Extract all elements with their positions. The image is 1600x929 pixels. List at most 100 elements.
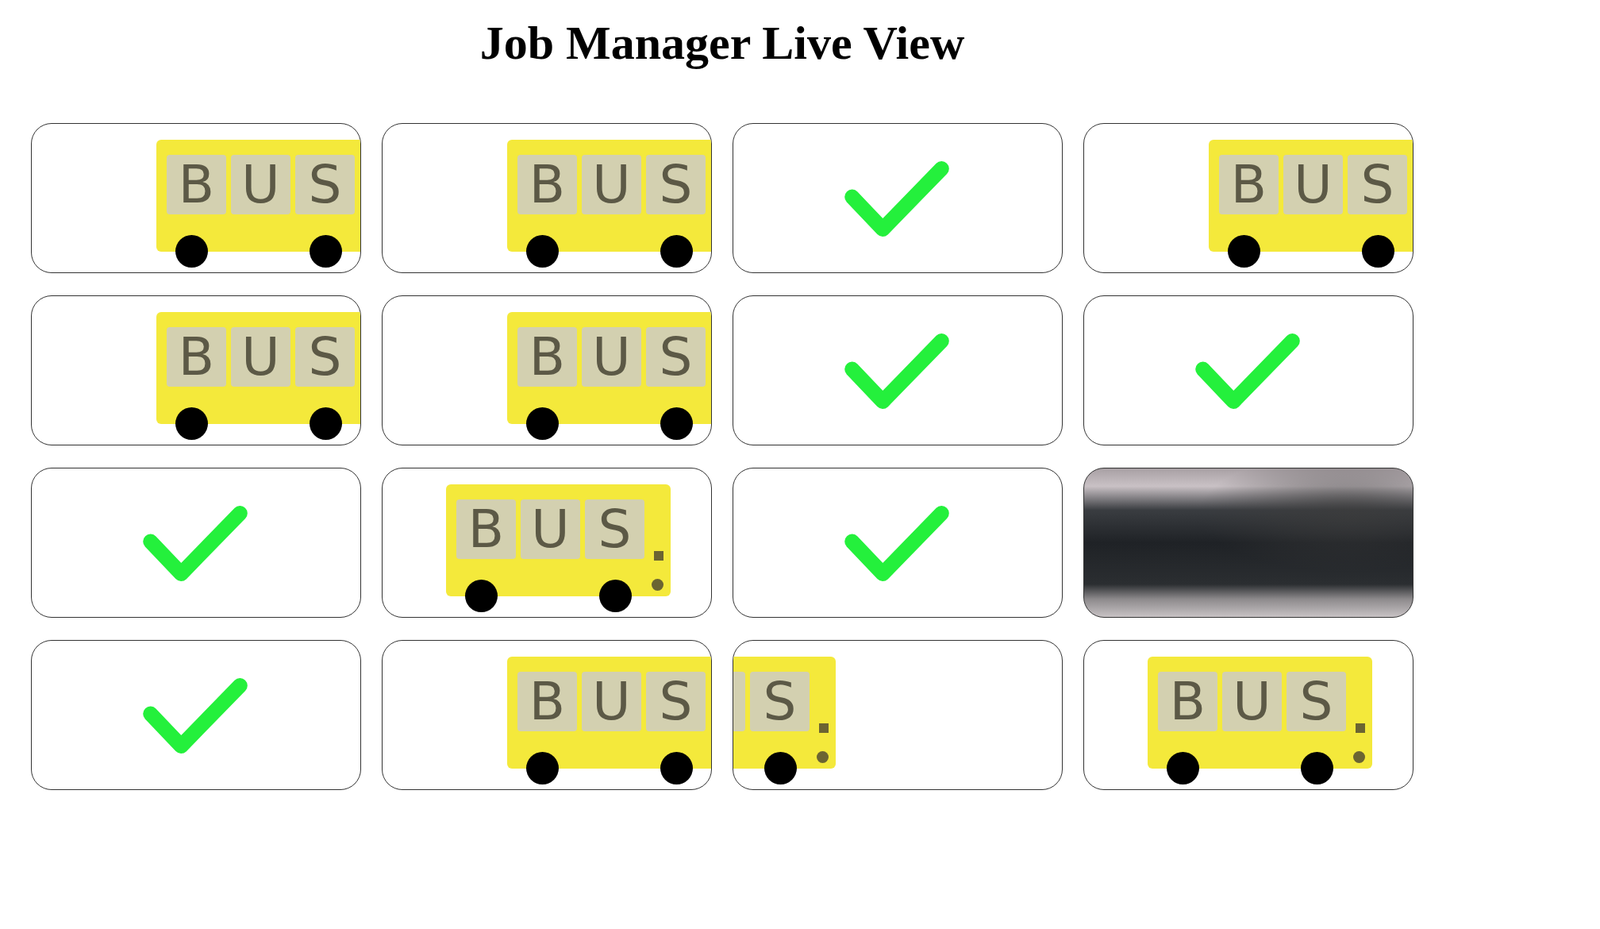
- bus-letter: S: [308, 158, 343, 212]
- bus-window: U: [1222, 671, 1282, 731]
- bus-windows: BUS: [517, 326, 706, 387]
- bus-wheel: [526, 234, 559, 268]
- bus-letter: U: [241, 158, 280, 212]
- bus-window: S: [750, 671, 810, 731]
- job-card[interactable]: [732, 467, 1063, 618]
- bus-window: B: [1219, 154, 1279, 215]
- bus-letter: S: [659, 330, 693, 384]
- bus-window: B: [1157, 671, 1218, 731]
- bus-letter: S: [659, 675, 693, 728]
- bus-window: B: [166, 326, 227, 387]
- bus-light: [653, 550, 664, 561]
- bus-windows: BUS: [456, 499, 645, 559]
- bus-letter: B: [178, 158, 215, 212]
- bus-wheel: [599, 579, 632, 612]
- bus-letter: B: [529, 330, 566, 384]
- bus-wheel: [309, 234, 343, 268]
- bus-window: U: [581, 671, 642, 731]
- job-card[interactable]: BUS: [1083, 639, 1414, 790]
- video-frame: [1084, 468, 1413, 617]
- bus-window: B: [517, 671, 577, 731]
- bus-window: S: [584, 499, 645, 559]
- bus-letter: S: [1300, 675, 1334, 728]
- bus-icon: BUS: [156, 139, 362, 269]
- bus-window: [732, 671, 746, 731]
- bus-icon: BUS: [507, 656, 712, 785]
- bus-letter: B: [178, 330, 215, 384]
- bus-light: [819, 723, 829, 733]
- bus-window: B: [166, 154, 227, 215]
- bus-icon: BUS: [507, 311, 712, 441]
- bus-window: S: [1347, 154, 1408, 215]
- bus-letter: U: [1293, 158, 1332, 212]
- job-card[interactable]: [30, 467, 362, 618]
- job-card[interactable]: [732, 295, 1063, 446]
- checkmark-icon: [733, 123, 1062, 273]
- bus-letter: U: [592, 158, 631, 212]
- job-grid: BUSBUSBUSBUSBUSBUSBUSSBUS: [30, 123, 1414, 790]
- bus-window: S: [646, 326, 706, 387]
- job-card[interactable]: BUS: [30, 295, 362, 446]
- job-card[interactable]: BUS: [381, 467, 712, 618]
- bus-letter: B: [1169, 675, 1206, 728]
- bus-light: [1355, 723, 1366, 733]
- checkmark-icon: [1084, 296, 1413, 445]
- bus-wheel: [309, 407, 343, 440]
- bus-windows: BUS: [166, 326, 355, 387]
- bus-wheel: [526, 407, 559, 440]
- bus-light: [816, 750, 829, 763]
- bus-window: U: [230, 154, 291, 215]
- bus-windows: S: [732, 671, 810, 731]
- bus-window: S: [295, 154, 355, 215]
- job-card[interactable]: BUS: [381, 639, 712, 790]
- bus-letter: U: [530, 503, 570, 556]
- job-card[interactable]: [1083, 467, 1414, 618]
- job-card[interactable]: BUS: [1083, 123, 1414, 274]
- bus-letter: U: [241, 330, 280, 384]
- job-card[interactable]: S: [732, 639, 1063, 790]
- bus-window: B: [517, 154, 577, 215]
- bus-wheel: [1166, 751, 1200, 785]
- bus-windows: BUS: [517, 671, 706, 731]
- bus-wheel: [1227, 234, 1261, 268]
- bus-letter: S: [763, 675, 797, 728]
- bus-icon: BUS: [1147, 656, 1373, 785]
- bus-light: [651, 578, 664, 591]
- job-card[interactable]: [732, 123, 1063, 274]
- checkmark-icon: [733, 468, 1062, 617]
- bus-window: U: [581, 326, 642, 387]
- bus-icon: BUS: [507, 139, 712, 269]
- bus-window: B: [456, 499, 516, 559]
- bus-wheel: [660, 751, 693, 785]
- bus-windows: BUS: [166, 154, 355, 215]
- bus-wheel: [526, 751, 559, 785]
- bus-icon: BUS: [446, 484, 671, 613]
- bus-letter: U: [592, 330, 631, 384]
- bus-windows: BUS: [1157, 671, 1347, 731]
- bus-window: S: [295, 326, 355, 387]
- job-card[interactable]: BUS: [381, 123, 712, 274]
- bus-window: S: [646, 154, 706, 215]
- bus-wheel: [175, 407, 208, 440]
- job-card[interactable]: [1083, 295, 1414, 446]
- bus-light: [1353, 750, 1366, 763]
- bus-window: U: [1283, 154, 1343, 215]
- bus-windows: BUS: [517, 154, 706, 215]
- bus-letter: S: [1361, 158, 1395, 212]
- bus-wheel: [764, 751, 797, 785]
- bus-window: S: [1286, 671, 1347, 731]
- bus-window: U: [520, 499, 581, 559]
- bus-icon: BUS: [156, 311, 362, 441]
- bus-letter: S: [308, 330, 343, 384]
- checkmark-icon: [733, 296, 1062, 445]
- bus-letter: B: [468, 503, 504, 556]
- bus-wheel: [660, 234, 693, 268]
- job-card[interactable]: BUS: [30, 123, 362, 274]
- bus-wheel: [1300, 751, 1334, 785]
- bus-letter: U: [592, 675, 631, 728]
- job-card[interactable]: [30, 639, 362, 790]
- job-card[interactable]: BUS: [381, 295, 712, 446]
- page-title: Job Manager Live View: [30, 15, 1414, 71]
- bus-letter: B: [529, 158, 566, 212]
- bus-letter: U: [1232, 675, 1271, 728]
